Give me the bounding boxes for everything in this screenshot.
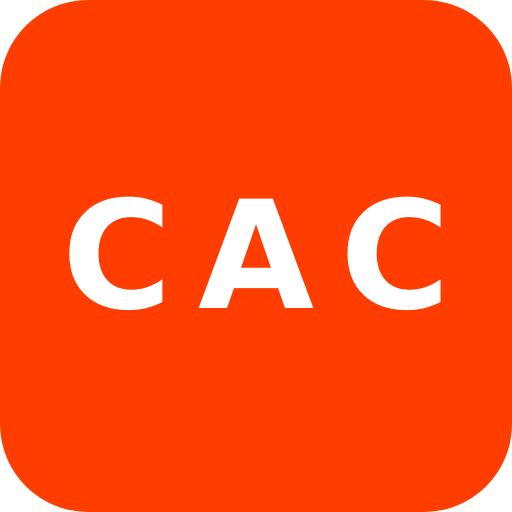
app-icon-text: CAC <box>61 170 477 344</box>
app-icon-tile: CAC <box>0 0 512 512</box>
